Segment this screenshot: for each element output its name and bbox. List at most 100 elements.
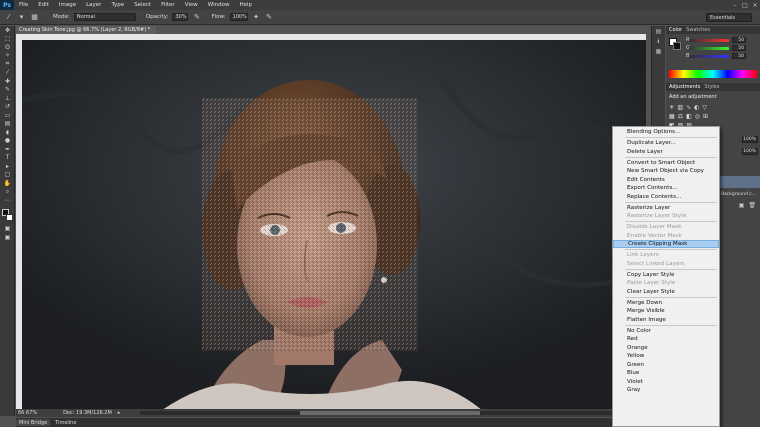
vibrance-icon[interactable]: ▽ — [702, 104, 707, 111]
doc-info[interactable]: Doc: 19.3M/126.2M — [63, 410, 112, 416]
background-color[interactable] — [6, 213, 13, 221]
document-canvas[interactable] — [22, 40, 646, 410]
scrollbar-thumb[interactable] — [300, 411, 480, 415]
slider-value-input[interactable]: 50 — [732, 37, 746, 43]
menu-view[interactable]: View — [180, 2, 203, 8]
tab-swatches[interactable]: Swatches — [686, 27, 710, 33]
hue-saturation-icon[interactable]: ▦ — [669, 113, 675, 120]
brush-preset-icon[interactable]: ▾ — [17, 13, 26, 22]
menu-item-orange[interactable]: Orange — [613, 344, 719, 352]
menu-item-blue[interactable]: Blue — [613, 369, 719, 377]
menu-item-yellow[interactable]: Yellow — [613, 352, 719, 360]
dodge-tool-icon[interactable]: ● — [0, 137, 15, 146]
layer-opacity-input[interactable]: 100% — [742, 136, 758, 143]
close-icon[interactable]: × — [750, 0, 760, 10]
mode-select[interactable]: Normal — [73, 13, 136, 21]
hand-tool-icon[interactable]: ✋ — [0, 179, 15, 188]
levels-icon[interactable]: ▥ — [677, 104, 683, 111]
menu-select[interactable]: Select — [129, 2, 156, 8]
color-spectrum[interactable] — [669, 70, 757, 78]
airbrush-icon[interactable]: ✦ — [252, 13, 261, 22]
black-white-icon[interactable]: ◧ — [686, 113, 692, 120]
menu-item-clear-layer-style[interactable]: Clear Layer Style — [613, 288, 719, 296]
eraser-tool-icon[interactable]: ▭ — [0, 111, 15, 120]
channel-mixer-icon[interactable]: ⊞ — [703, 113, 708, 120]
menu-file[interactable]: File — [14, 2, 33, 8]
menu-item-green[interactable]: Green — [613, 360, 719, 368]
pressure-size-icon[interactable]: ✎ — [265, 13, 274, 22]
clone-stamp-tool-icon[interactable]: ⊥ — [0, 94, 15, 103]
menu-image[interactable]: Image — [54, 2, 81, 8]
quick-select-tool-icon[interactable]: ✧ — [0, 52, 15, 61]
gradient-tool-icon[interactable]: ▤ — [0, 120, 15, 129]
menu-filter[interactable]: Filter — [156, 2, 180, 8]
new-layer-icon[interactable]: ▣ — [739, 202, 745, 209]
menu-edit[interactable]: Edit — [33, 2, 54, 8]
zoom-level[interactable]: 66.67% — [18, 410, 37, 416]
blur-tool-icon[interactable]: ◖ — [0, 128, 15, 137]
tab-timeline[interactable]: Timeline — [52, 419, 79, 426]
menu-item-copy-layer-style[interactable]: Copy Layer Style — [613, 271, 719, 279]
quick-mask-icon[interactable]: ▣ — [0, 225, 15, 234]
menu-item-duplicate-layer[interactable]: Duplicate Layer... — [613, 139, 719, 147]
tab-styles[interactable]: Styles — [704, 84, 719, 90]
horizontal-scrollbar[interactable] — [140, 411, 630, 415]
minimize-icon[interactable]: – — [730, 0, 740, 10]
menu-item-merge-down[interactable]: Merge Down — [613, 299, 719, 307]
photo-filter-icon[interactable]: ◎ — [695, 113, 700, 120]
menu-item-rasterize-layer[interactable]: Rasterize Layer — [613, 204, 719, 212]
menu-type[interactable]: Type — [106, 2, 129, 8]
tab-adjustments[interactable]: Adjustments — [669, 84, 700, 90]
shape-tool-icon[interactable]: ▢ — [0, 171, 15, 180]
pen-tool-icon[interactable]: ✒ — [0, 145, 15, 154]
slider-value-input[interactable]: 50 — [732, 45, 746, 51]
flow-input[interactable]: 100% — [229, 13, 248, 21]
pressure-opacity-icon[interactable]: ✎ — [192, 13, 201, 22]
menu-help[interactable]: Help — [234, 2, 257, 8]
history-icon[interactable]: ▤ — [652, 26, 665, 36]
menu-item-create-clipping-mask[interactable]: Create Clipping Mask — [613, 240, 719, 249]
properties-icon[interactable]: ▦ — [652, 46, 665, 56]
status-arrow-icon[interactable]: ▸ — [118, 410, 121, 416]
brush-tool-icon[interactable]: ✎ — [0, 86, 15, 95]
menu-item-export-contents[interactable]: Export Contents... — [613, 184, 719, 192]
workspace-select[interactable]: Essentials — [706, 13, 752, 22]
move-tool-icon[interactable]: ✥ — [0, 26, 15, 35]
menu-item-blending-options[interactable]: Blending Options... — [613, 128, 719, 136]
maximize-icon[interactable]: □ — [740, 0, 750, 10]
slider-value-input[interactable]: 50 — [732, 53, 746, 59]
more-tools-icon[interactable]: ⋯ — [0, 196, 15, 205]
menu-item-delete-layer[interactable]: Delete Layer — [613, 148, 719, 156]
brush-tool-icon[interactable]: ⁄ — [4, 13, 13, 22]
menu-item-new-smart-object-via-copy[interactable]: New Smart Object via Copy — [613, 167, 719, 175]
opacity-input[interactable]: 30% — [172, 13, 189, 21]
menu-window[interactable]: Window — [203, 2, 235, 8]
menu-item-flatten-image[interactable]: Flatten Image — [613, 316, 719, 324]
history-brush-tool-icon[interactable]: ↺ — [0, 103, 15, 112]
screen-mode-icon[interactable]: ▣ — [0, 233, 15, 242]
menu-item-gray[interactable]: Gray — [613, 386, 719, 394]
brightness-icon[interactable]: ☀ — [669, 104, 674, 111]
menu-item-no-color[interactable]: No Color — [613, 327, 719, 335]
layer-fill-input[interactable]: 100% — [742, 148, 758, 155]
zoom-tool-icon[interactable]: ⌕ — [0, 188, 15, 197]
slider-track[interactable] — [689, 38, 729, 42]
slider-track[interactable] — [689, 54, 729, 58]
info-icon[interactable]: ℹ — [652, 36, 665, 46]
eyedropper-tool-icon[interactable]: ⁄ — [0, 69, 15, 78]
lasso-tool-icon[interactable]: ʘ — [0, 43, 15, 52]
menu-item-violet[interactable]: Violet — [613, 377, 719, 385]
curves-icon[interactable]: ∿ — [686, 104, 691, 111]
exposure-icon[interactable]: ◐ — [694, 104, 699, 111]
path-select-tool-icon[interactable]: ▸ — [0, 162, 15, 171]
crop-tool-icon[interactable]: ⌗ — [0, 60, 15, 69]
menu-item-convert-to-smart-object[interactable]: Convert to Smart Object — [613, 159, 719, 167]
document-tab[interactable]: Creating Skin Tone.jpg @ 66.7% (Layer 2,… — [16, 26, 156, 34]
menu-item-red[interactable]: Red — [613, 335, 719, 343]
menu-item-edit-contents[interactable]: Edit Contents — [613, 176, 719, 184]
menu-item-merge-visible[interactable]: Merge Visible — [613, 307, 719, 315]
menu-layer[interactable]: Layer — [81, 2, 106, 8]
menu-item-replace-contents[interactable]: Replace Contents... — [613, 192, 719, 200]
slider-track[interactable] — [689, 46, 729, 50]
marquee-tool-icon[interactable]: ⬚ — [0, 35, 15, 44]
